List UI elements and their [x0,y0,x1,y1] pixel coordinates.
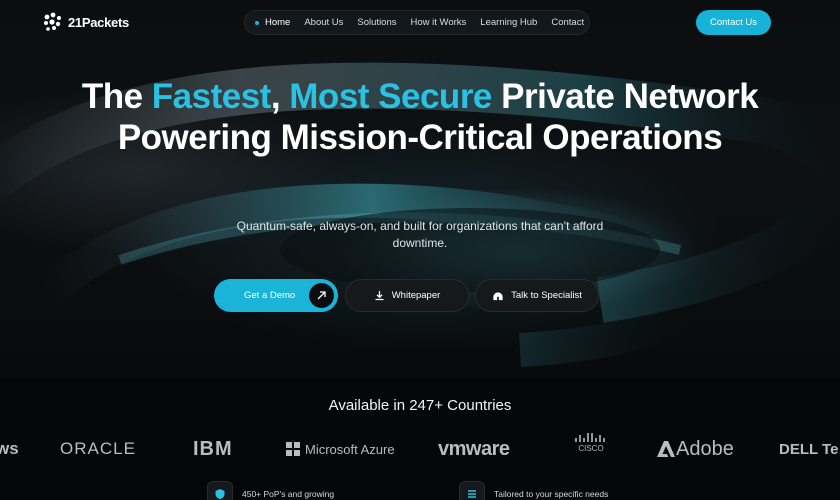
nav-item-solutions[interactable]: Solutions [357,17,396,28]
dell-technologies-logo: DELL Te [779,440,839,458]
coverage-title: Available in 247+ Countries [328,397,512,414]
headline-accent-fastest: Fastest [151,77,272,116]
hero-section: 21Packets Home About Us Solutions How it… [0,0,840,378]
adobe-label: Adobe [676,437,734,460]
download-icon [374,290,385,301]
adobe-a-icon [657,441,675,457]
hero-swirl-background [0,62,840,367]
button-label: Talk to Specialist [511,290,582,301]
arrow-up-right-icon [309,283,334,308]
hero-headline: The Fastest, Most Secure Private Network… [80,76,760,158]
partner-logo-strip: ws ORACLE IBM Microsoft Azure vmware CIS… [0,432,840,466]
nav-label: Home [265,17,291,28]
brand-name: 21Packets [68,14,129,30]
nav-item-about-us[interactable]: About Us [304,17,343,28]
nav-label: About Us [304,17,344,28]
cisco-logo: CISCO [574,432,608,466]
contact-us-button[interactable]: Contact Us [696,10,771,35]
feature-tailored: Tailored to your specific needs [459,481,609,500]
nav-item-home[interactable]: Home [255,17,290,28]
nav-item-how-it-works[interactable]: How it Works [411,17,467,28]
nav-label: Solutions [357,17,397,28]
headset-icon [492,290,504,302]
hero-subheading: Quantum-safe, always-on, and built for o… [236,219,604,250]
brand-logo[interactable]: 21Packets [42,11,129,33]
headline-part: , [270,77,290,116]
microsoft-azure-logo: Microsoft Azure [286,432,395,466]
aws-logo: ws [0,439,19,458]
main-navigation: Home About Us Solutions How it Works Lea… [244,10,590,35]
azure-label: Microsoft Azure [305,441,395,457]
nav-label: Learning Hub [480,17,538,28]
cisco-bars-icon [575,433,605,442]
button-label: Get a Demo [244,290,296,301]
shield-check-icon [207,481,233,500]
adobe-logo: Adobe [656,432,734,466]
nav-item-learning-hub[interactable]: Learning Hub [480,17,537,28]
sliders-icon [459,481,485,500]
oracle-logo: ORACLE [60,439,136,458]
headline-part: The [81,77,152,116]
feature-label: Tailored to your specific needs [494,489,609,499]
get-a-demo-button[interactable]: Get a Demo [214,279,338,312]
nav-item-contact[interactable]: Contact [551,17,584,28]
nav-label: How it Works [410,17,467,28]
headline-accent-most-secure: Most Secure [289,77,492,116]
nav-label: Contact [551,17,585,28]
talk-to-specialist-button[interactable]: Talk to Specialist [475,279,599,312]
logo-dots-icon [44,12,61,31]
cisco-label: CISCO [578,444,604,453]
feature-pops: 450+ PoP's and growing [207,481,335,500]
button-label: Whitepaper [391,290,441,301]
ibm-logo: IBM [193,437,233,460]
whitepaper-button[interactable]: Whitepaper [345,279,469,312]
feature-label: 450+ PoP's and growing [242,489,335,499]
windows-icon [286,442,300,456]
active-indicator-dot [255,20,259,25]
vmware-logo: vmware [438,437,510,460]
